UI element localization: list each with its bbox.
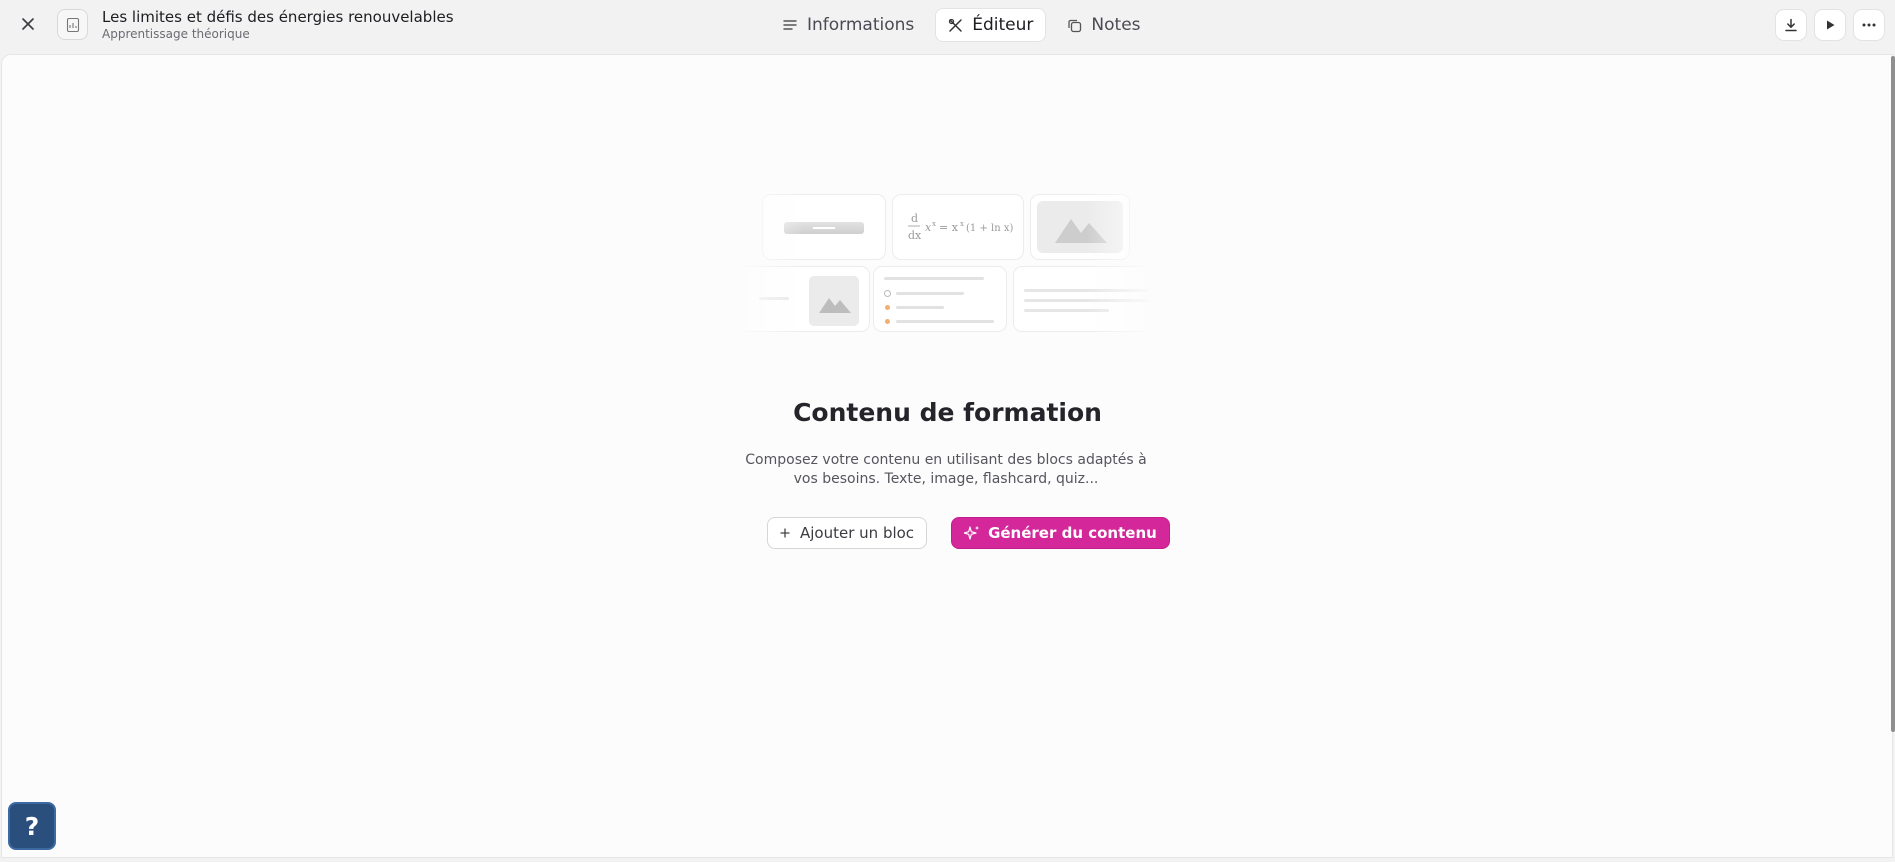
svg-text:x: x bbox=[925, 221, 932, 234]
blocks-illustration: d dx x x = x x (1 + ln x) bbox=[734, 192, 1156, 336]
close-button[interactable] bbox=[16, 12, 40, 36]
more-button[interactable] bbox=[1853, 9, 1885, 41]
tab-bar: Informations Éditeur Notes bbox=[770, 8, 1154, 42]
lines-icon bbox=[783, 20, 797, 30]
generate-content-label: Générer du contenu bbox=[988, 524, 1157, 542]
top-bar: Les limites et défis des énergies renouv… bbox=[0, 0, 1895, 54]
svg-text:(1 + ln x): (1 + ln x) bbox=[966, 223, 1013, 234]
play-button[interactable] bbox=[1814, 9, 1846, 41]
close-icon bbox=[22, 18, 34, 30]
tab-label: Notes bbox=[1091, 15, 1141, 35]
sparkles-icon bbox=[964, 526, 980, 540]
tab-notes[interactable]: Notes bbox=[1054, 8, 1153, 42]
svg-text:x: x bbox=[932, 220, 936, 228]
page-subtitle: Apprentissage théorique bbox=[102, 27, 250, 41]
mountain-icon bbox=[819, 298, 851, 313]
empty-state-description: Composez votre contenu en utilisant des … bbox=[745, 452, 1147, 487]
copy-icon bbox=[1068, 19, 1082, 32]
formula-icon: d dx x x = x x (1 + ln x) bbox=[908, 212, 1013, 242]
add-block-label: Ajouter un bloc bbox=[800, 524, 915, 542]
tools-icon bbox=[949, 18, 963, 32]
empty-state-actions: Ajouter un bloc Générer du contenu bbox=[767, 517, 1170, 549]
tab-informations[interactable]: Informations bbox=[770, 8, 927, 42]
empty-state-heading: Contenu de formation bbox=[793, 398, 1102, 427]
svg-text:d: d bbox=[911, 212, 918, 225]
add-block-button[interactable]: Ajouter un bloc bbox=[767, 517, 928, 549]
page-title: Les limites et défis des énergies renouv… bbox=[102, 8, 454, 26]
more-icon bbox=[1862, 23, 1876, 27]
svg-text:x: x bbox=[960, 220, 964, 228]
tab-label: Éditeur bbox=[972, 15, 1034, 35]
illustration-fade-left bbox=[734, 192, 804, 336]
plus-icon bbox=[780, 528, 790, 538]
help-label: ? bbox=[24, 811, 40, 841]
svg-text:dx: dx bbox=[908, 229, 922, 242]
help-button[interactable]: ? bbox=[8, 802, 56, 850]
quiz-block-preview bbox=[873, 266, 1007, 332]
svg-text:= x: = x bbox=[939, 221, 959, 234]
download-button[interactable] bbox=[1775, 9, 1807, 41]
generate-content-button[interactable]: Générer du contenu bbox=[951, 517, 1170, 549]
tab-label: Informations bbox=[807, 15, 915, 35]
scrollbar[interactable] bbox=[1891, 56, 1895, 732]
play-icon bbox=[1827, 20, 1835, 30]
download-icon bbox=[1785, 18, 1797, 32]
document-icon bbox=[57, 9, 88, 40]
illustration-fade-right bbox=[1086, 192, 1156, 336]
formula-block-preview: d dx x x = x x (1 + ln x) bbox=[892, 194, 1024, 260]
header-actions bbox=[1775, 9, 1885, 41]
tab-editeur[interactable]: Éditeur bbox=[935, 8, 1047, 42]
